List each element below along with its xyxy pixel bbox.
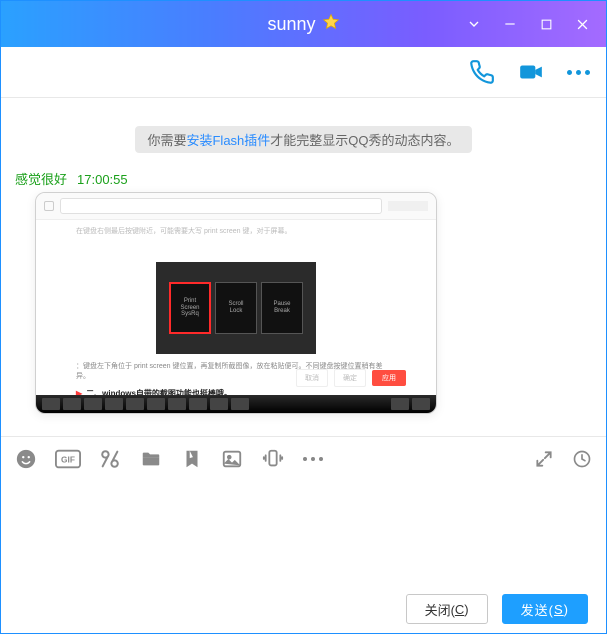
more-tools-icon[interactable] [303,457,323,461]
action-bar [1,47,606,98]
favorite-icon[interactable] [181,448,203,470]
input-toolbar: GIF [1,436,606,481]
notice-prefix: 你需要 [147,133,186,148]
svg-text:GIF: GIF [61,455,75,465]
message-time: 17:00:55 [77,172,128,187]
maximize-button[interactable] [528,1,564,47]
screenshot-caption: 二、windows自带的截图功能也挺棒哦。 [86,389,232,395]
message: 感觉很好 17:00:55 在键盘右侧最后按键附近，可能需要大写 print s… [1,165,606,418]
flash-install-link[interactable]: 安装Flash插件 [186,133,270,148]
minimize-button[interactable] [492,1,528,47]
window-title: sunny [267,14,315,35]
sender-name: 感觉很好 [15,169,67,188]
window-controls [456,1,600,47]
browser-body: 在键盘右侧最后按键附近，可能需要大写 print screen 键，对于屏幕。 … [36,220,436,395]
chat-history: 你需要安装Flash插件才能完整显示QQ秀的动态内容。 感觉很好 17:00:5… [1,98,606,436]
gif-icon[interactable]: GIF [55,449,81,469]
video-call-icon[interactable] [517,59,545,85]
chat-window: sunny [0,0,607,634]
notice-suffix: 才能完整显示QQ秀的动态内容。 [270,133,459,148]
star-icon [322,13,340,36]
send-button[interactable]: 发送(S) [502,594,588,624]
history-icon[interactable] [572,449,592,469]
system-notice: 你需要安装Flash插件才能完整显示QQ秀的动态内容。 [1,126,606,153]
close-chat-button[interactable]: 关闭(C) [406,594,488,624]
screenshot-icon[interactable] [99,448,121,470]
keyboard-photo: PrintScreenSysRq ScrollLock PauseBreak [156,262,316,354]
more-actions-icon[interactable] [567,70,590,75]
dropdown-button[interactable] [456,1,492,47]
taskbar [36,395,436,413]
emoji-icon[interactable] [15,448,37,470]
message-header: 感觉很好 17:00:55 [15,169,592,188]
close-button[interactable] [564,1,600,47]
system-notice-text: 你需要安装Flash插件才能完整显示QQ秀的动态内容。 [135,126,471,153]
footer-buttons: 关闭(C) 发送(S) [1,585,606,633]
shake-icon[interactable] [261,448,285,470]
message-image[interactable]: 在键盘右侧最后按键附近，可能需要大写 print screen 键，对于屏幕。 … [35,192,437,414]
browser-frame [36,193,436,220]
voice-call-icon[interactable] [469,59,495,85]
image-icon[interactable] [221,448,243,470]
message-input[interactable] [1,481,606,585]
window-title-group: sunny [267,13,339,36]
folder-icon[interactable] [139,448,163,470]
expand-icon[interactable] [534,449,554,469]
title-bar: sunny [1,1,606,47]
